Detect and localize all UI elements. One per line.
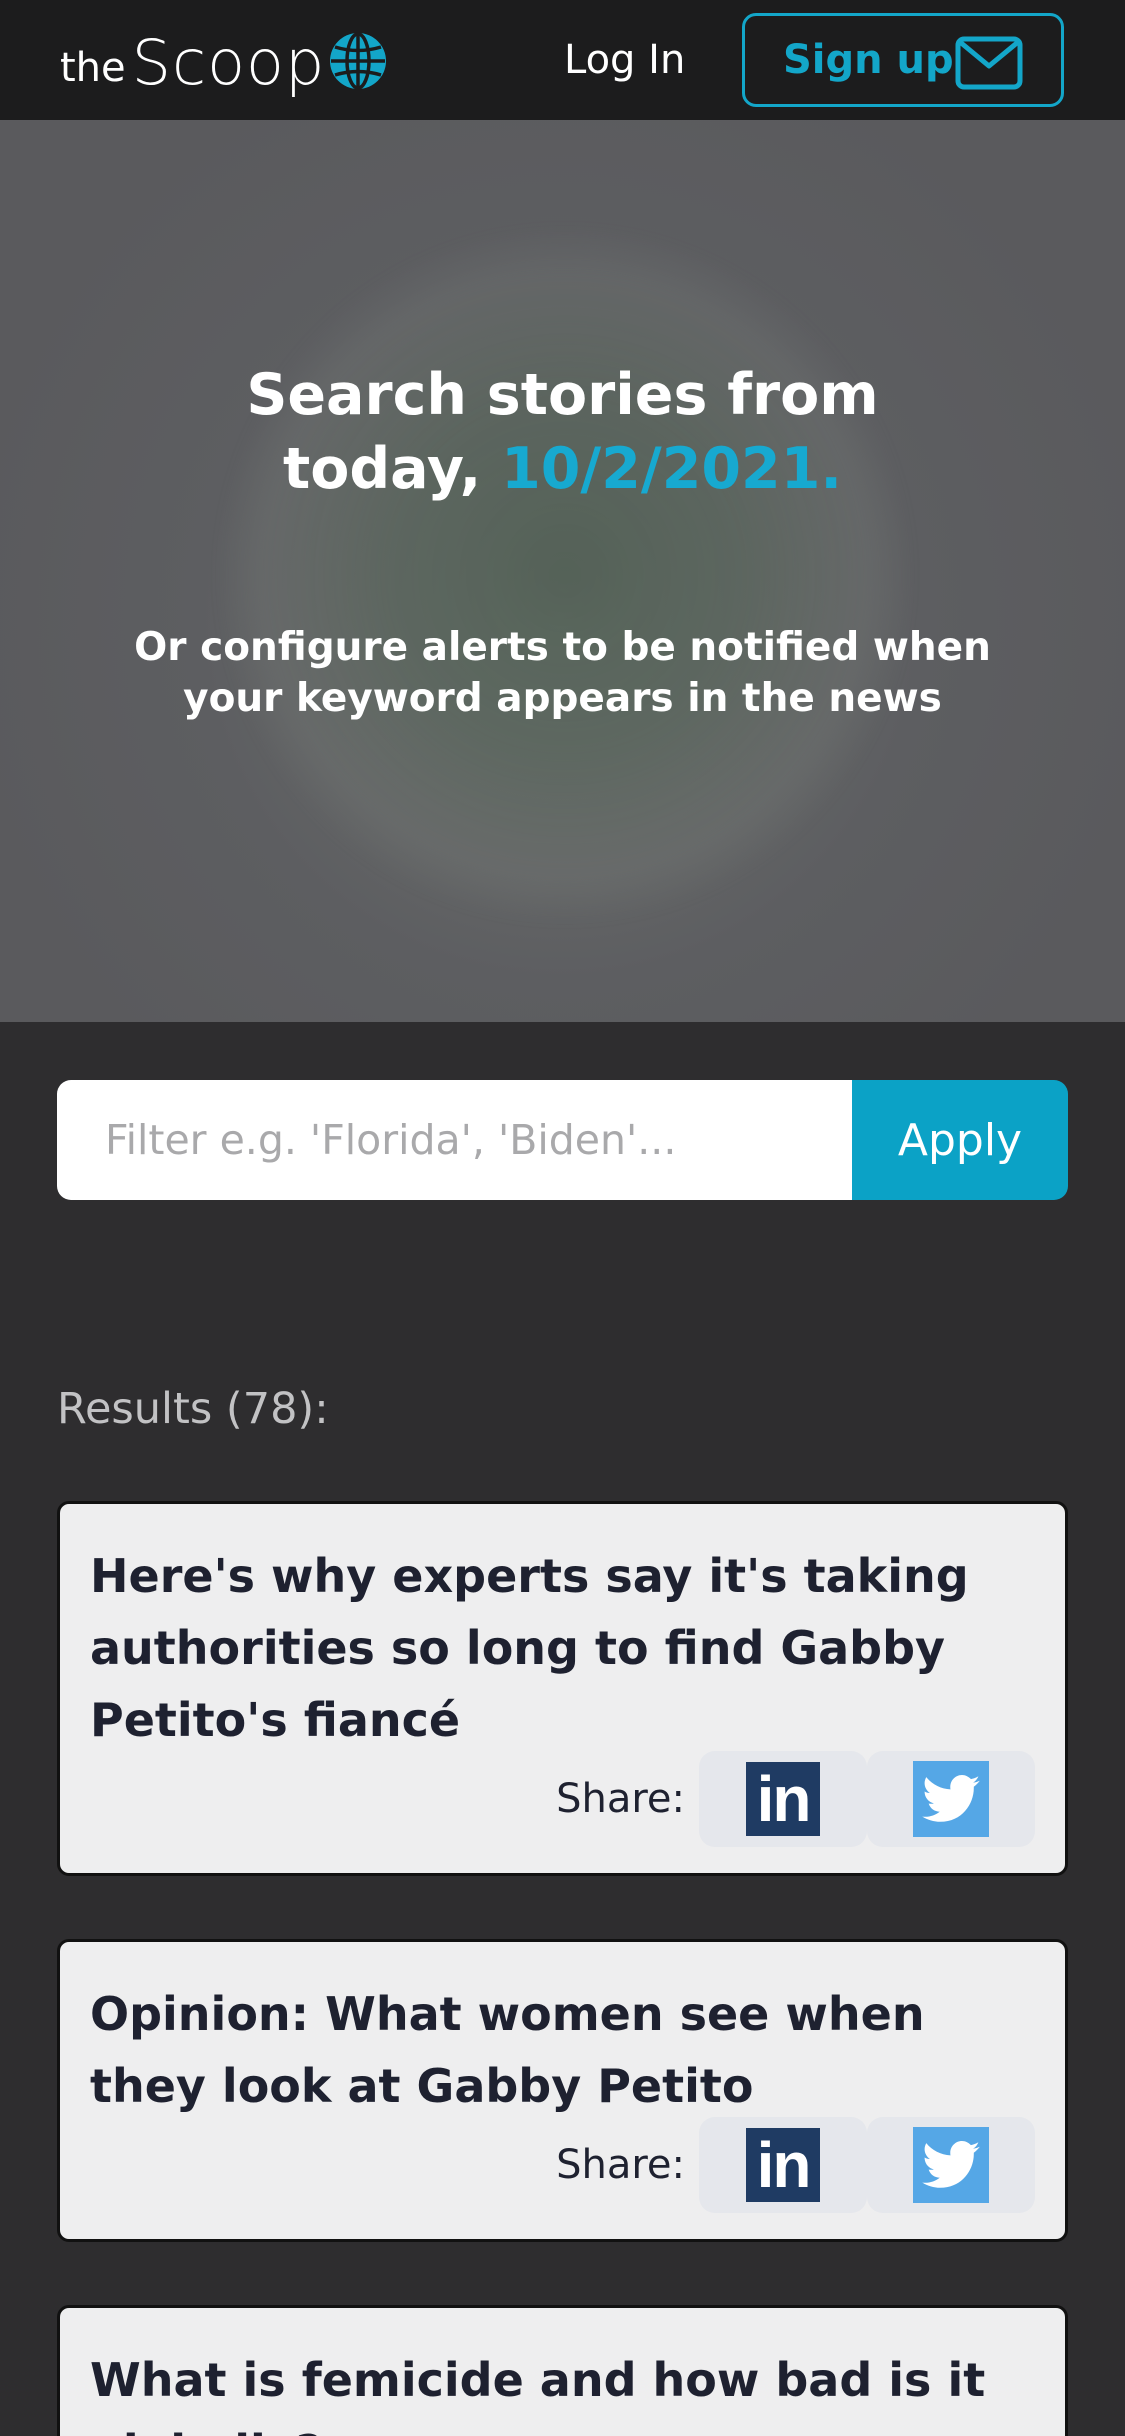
linkedin-icon: in — [746, 2128, 820, 2202]
search-bar: Apply — [57, 1080, 1068, 1200]
filter-input[interactable] — [57, 1080, 852, 1200]
hero-title-line2: today, 10/2/2021. — [0, 432, 1125, 506]
login-link[interactable]: Log In — [564, 38, 685, 82]
logo-scoop: Scoop — [131, 26, 326, 99]
twitter-icon — [913, 2127, 989, 2203]
logo-the: the — [60, 45, 126, 91]
linkedin-share-button[interactable]: in — [699, 1751, 867, 1847]
hero-date: 10/2/2021. — [501, 436, 843, 502]
results-count: Results (78): — [57, 1384, 329, 1434]
signup-label: Sign up — [783, 37, 954, 83]
apply-button[interactable]: Apply — [852, 1080, 1068, 1200]
globe-icon — [330, 32, 387, 90]
result-title[interactable]: Opinion: What women see when they look a… — [90, 1978, 1045, 2122]
result-card[interactable]: Opinion: What women see when they look a… — [57, 1939, 1068, 2242]
twitter-icon — [913, 1761, 989, 1837]
hero-title-line1: Search stories from — [246, 362, 879, 428]
linkedin-icon: in — [746, 1762, 820, 1836]
hero-background-image — [220, 230, 910, 920]
envelope-icon — [955, 36, 1023, 90]
top-nav: the Scoop Log In Sign up — [0, 0, 1125, 120]
linkedin-share-button[interactable]: in — [699, 2117, 867, 2213]
result-title[interactable]: Here's why experts say it's taking autho… — [90, 1540, 1045, 1756]
result-card[interactable]: What is femicide and how bad is it globa… — [57, 2305, 1068, 2436]
share-row: Share: in — [556, 2117, 1035, 2213]
twitter-share-button[interactable] — [867, 2117, 1035, 2213]
hero-banner: Search stories from today, 10/2/2021. Or… — [0, 120, 1125, 1022]
signup-button[interactable]: Sign up — [742, 13, 1064, 107]
hero-title: Search stories from today, 10/2/2021. — [0, 358, 1125, 506]
hero-title-prefix: today, — [282, 436, 502, 502]
the-scoop-logo[interactable]: the Scoop — [60, 22, 387, 98]
twitter-share-button[interactable] — [867, 1751, 1035, 1847]
share-row: Share: in — [556, 1751, 1035, 1847]
result-card[interactable]: Here's why experts say it's taking autho… — [57, 1501, 1068, 1876]
share-label: Share: — [556, 2142, 685, 2188]
share-label: Share: — [556, 1776, 685, 1822]
hero-subtitle: Or configure alerts to be notified when … — [134, 625, 991, 721]
result-title[interactable]: What is femicide and how bad is it globa… — [90, 2344, 1045, 2436]
